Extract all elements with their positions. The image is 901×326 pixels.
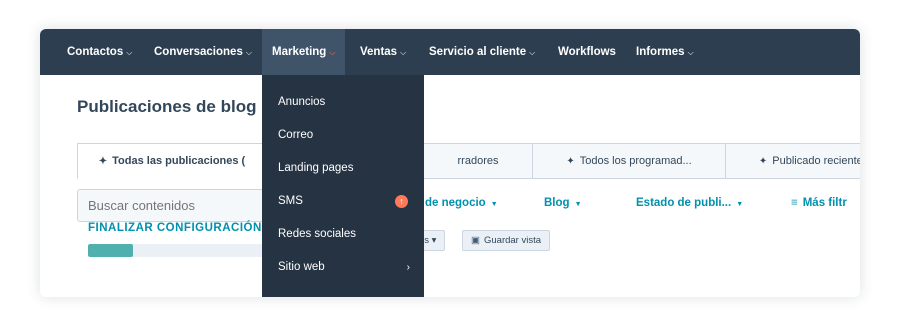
filter-unidad-de-negocio[interactable]: de negocio ▼	[425, 197, 498, 209]
menu-item-correo[interactable]: Correo	[262, 119, 424, 152]
nav-item-contactos[interactable]: Contactos ⌵	[67, 29, 132, 75]
menu-label: Redes sociales	[278, 228, 356, 240]
pin-icon: ✦	[758, 156, 768, 167]
menu-label: SMS	[278, 195, 303, 207]
tab-label: Todas las publicaciones (	[112, 155, 246, 167]
save-view-label: Guardar vista	[483, 235, 542, 246]
upgrade-icon: ↑	[395, 195, 408, 208]
chevron-down-icon: ⌵	[400, 48, 407, 57]
tab-label: Publicado recientem...	[772, 155, 860, 167]
chevron-down-icon: ⌵	[126, 48, 133, 57]
menu-item-anuncios[interactable]: Anuncios	[262, 86, 424, 119]
filter-estado-de-publicacion[interactable]: Estado de publi... ▼	[636, 197, 743, 209]
page-title: Publicaciones de blog	[77, 97, 257, 116]
tab-todas-las-publicaciones[interactable]: ✦ Todas las publicaciones (	[77, 143, 267, 179]
nav-item-workflows[interactable]: Workflows	[558, 29, 616, 75]
nav-item-servicio-al-cliente[interactable]: Servicio al cliente ⌵	[429, 29, 535, 75]
nav-label: Informes	[636, 46, 685, 58]
filter-blog[interactable]: Blog ▼	[544, 197, 582, 209]
filter-label: Más filtr	[802, 197, 847, 209]
menu-label: Correo	[278, 129, 314, 141]
menu-item-redes-sociales[interactable]: Redes sociales	[262, 218, 424, 251]
filter-mas-filtros[interactable]: ≡ Más filtr	[791, 197, 847, 209]
pin-icon: ✦	[98, 156, 108, 167]
top-navigation: Contactos ⌵ Conversaciones ⌵ Marketing ⌵ Ve…	[40, 29, 860, 75]
filter-label: de negocio	[425, 197, 486, 209]
filter-label: Blog	[544, 197, 570, 209]
tab-label: rradores	[457, 155, 499, 167]
caret-down-icon: ▼	[736, 201, 744, 208]
nav-item-informes[interactable]: Informes ⌵	[636, 29, 694, 75]
save-view-button[interactable]: ▣ Guardar vista	[462, 230, 551, 251]
nav-label: Conversaciones	[154, 46, 243, 58]
menu-item-sms[interactable]: SMS ↑	[262, 185, 424, 218]
chevron-down-icon: ⌵	[329, 48, 336, 57]
menu-label: Sitio web	[278, 261, 325, 273]
pin-icon: ✦	[566, 156, 575, 167]
chevron-down-icon: ⌵	[687, 48, 694, 57]
setup-progress-bar	[88, 244, 268, 257]
menu-item-sitio-web[interactable]: Sitio web ›	[262, 251, 424, 284]
nav-item-marketing[interactable]: Marketing ⌵	[262, 29, 346, 75]
tab-publicado-recientemente[interactable]: ✦ Publicado recientem...	[725, 143, 860, 179]
filter-label: Estado de publi...	[636, 197, 732, 209]
nav-label: Ventas	[360, 46, 398, 58]
tab-borradores[interactable]: rradores	[423, 143, 533, 179]
nav-item-conversaciones[interactable]: Conversaciones ⌵	[154, 29, 252, 75]
chevron-right-icon: ›	[406, 262, 410, 273]
save-icon: ▣	[471, 235, 480, 246]
nav-label: Servicio al cliente	[429, 46, 527, 58]
sliders-icon: ≡	[791, 197, 798, 209]
menu-item-landing-pages[interactable]: Landing pages	[262, 152, 424, 185]
nav-item-ventas[interactable]: Ventas ⌵	[360, 29, 406, 75]
chevron-down-icon: ⌵	[245, 48, 252, 57]
menu-label: Anuncios	[278, 96, 326, 108]
tab-label: Todos los programad...	[579, 155, 692, 167]
finalizar-configuracion-link[interactable]: FINALIZAR CONFIGURACIÓN	[88, 222, 262, 234]
chevron-down-icon: ⌵	[529, 48, 536, 57]
marketing-dropdown-menu: Anuncios Correo Landing pages SMS ↑ Rede…	[262, 75, 424, 297]
nav-label: Workflows	[558, 46, 616, 58]
search-input[interactable]	[77, 189, 277, 222]
nav-label: Marketing	[272, 46, 327, 58]
caret-down-icon: ▼	[574, 201, 582, 208]
setup-progress-fill	[88, 244, 133, 257]
menu-label: Landing pages	[278, 162, 354, 174]
nav-label: Contactos	[67, 46, 124, 58]
tab-todos-los-programados[interactable]: ✦ Todos los programad...	[532, 143, 726, 179]
caret-down-icon: ▼	[490, 201, 498, 208]
app-window: Contactos ⌵ Conversaciones ⌵ Marketing ⌵ Ve…	[40, 29, 860, 297]
